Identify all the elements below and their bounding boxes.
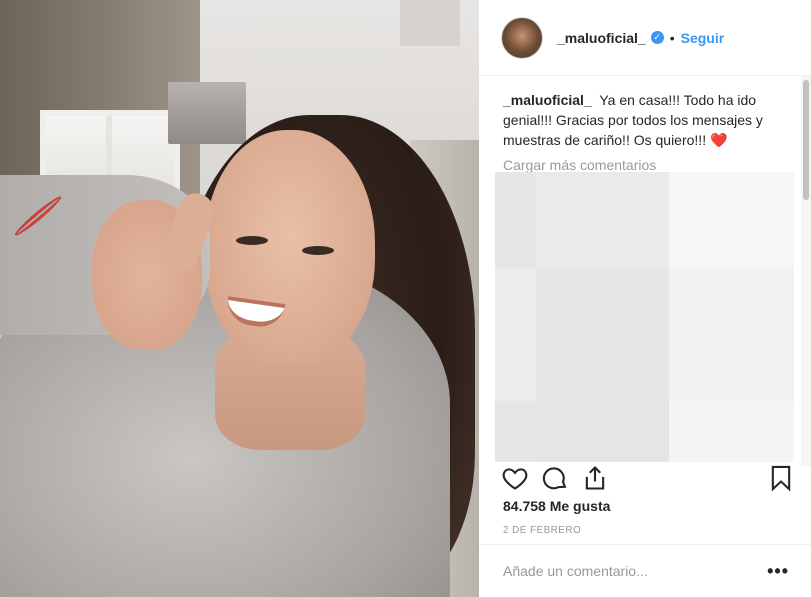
post-header: _maluoficial_ ✓ • Seguir — [479, 0, 811, 76]
photo-lamp-right — [400, 0, 460, 46]
post-side-panel: _maluoficial_ ✓ • Seguir _maluoficial_ Y… — [479, 0, 811, 597]
add-comment-bar: ••• — [479, 544, 811, 597]
header-username[interactable]: _maluoficial_ — [557, 30, 646, 46]
placeholder-block — [495, 268, 536, 401]
caption: _maluoficial_ Ya en casa!!! Todo ha ido … — [503, 90, 779, 150]
heart-icon[interactable] — [501, 464, 529, 492]
comment-icon[interactable] — [541, 464, 569, 492]
post-actions — [479, 462, 811, 494]
verified-badge-icon: ✓ — [650, 31, 664, 44]
placeholder-block — [669, 268, 794, 401]
placeholder-block — [669, 172, 794, 268]
avatar[interactable] — [501, 16, 543, 59]
photo-right-eye — [302, 246, 334, 255]
placeholder-block — [536, 172, 669, 268]
bookmark-icon[interactable] — [767, 464, 795, 492]
share-icon[interactable] — [581, 464, 609, 492]
scrollbar-thumb[interactable] — [803, 80, 809, 200]
caption-username[interactable]: _maluoficial_ — [503, 92, 592, 108]
photo-left-eye — [236, 236, 268, 245]
likes-count[interactable]: 84.758 Me gusta — [503, 498, 610, 514]
photo-face — [205, 130, 375, 365]
post-date[interactable]: 2 DE FEBRERO — [503, 525, 581, 536]
follow-button[interactable]: Seguir — [681, 30, 725, 46]
placeholder-block — [536, 268, 669, 401]
more-options-icon[interactable]: ••• — [767, 561, 789, 582]
placeholder-block — [669, 401, 794, 462]
red-heart-icon: ❤️ — [709, 132, 728, 148]
photo-lamp — [168, 82, 246, 144]
post-photo[interactable] — [0, 0, 479, 597]
header-separator: • — [669, 29, 675, 46]
load-more-comments-button[interactable]: Cargar más comentarios — [503, 157, 779, 173]
comment-input[interactable] — [503, 563, 768, 579]
placeholder-block — [536, 401, 669, 462]
comments-loading-placeholder — [495, 172, 794, 462]
comments-scrollbar[interactable] — [801, 76, 811, 466]
comments-section: _maluoficial_ Ya en casa!!! Todo ha ido … — [503, 90, 779, 173]
